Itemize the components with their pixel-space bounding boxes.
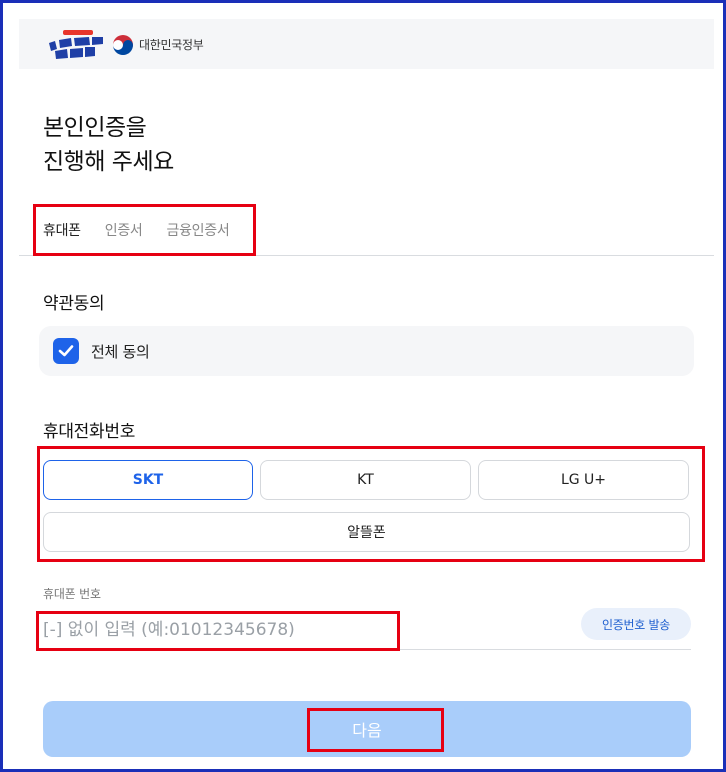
- carrier-skt-button[interactable]: SKT: [43, 460, 253, 500]
- phone-section-label: 휴대전화번호: [43, 422, 136, 442]
- campaign-logo: [49, 30, 103, 59]
- agree-all-checkbox[interactable]: [53, 338, 79, 364]
- page-title-line2: 진행해 주세요: [43, 149, 174, 175]
- app-frame: 대한민국정부 본인인증을 진행해 주세요 휴대폰 인증서 금융인증서 약관동의 …: [0, 0, 726, 772]
- phone-field-label: 휴대폰 번호: [43, 587, 101, 601]
- send-code-button[interactable]: 인증번호 발송: [581, 608, 691, 640]
- page-title: 본인인증을 진행해 주세요: [43, 111, 174, 179]
- terms-section-label: 약관동의: [43, 294, 105, 314]
- auth-method-tabs: 휴대폰 인증서 금융인증서: [31, 215, 241, 245]
- tab-phone[interactable]: 휴대폰: [31, 215, 93, 245]
- next-button[interactable]: 다음: [43, 701, 691, 757]
- header-bar: 대한민국정부: [19, 19, 714, 69]
- phone-input-underline: [43, 649, 691, 650]
- gov-name: 대한민국정부: [139, 38, 204, 52]
- tab-divider: [19, 255, 714, 256]
- agree-all-label: 전체 동의: [91, 343, 150, 361]
- page-title-line1: 본인인증을: [43, 115, 147, 141]
- tab-financial-certificate[interactable]: 금융인증서: [155, 215, 242, 245]
- phone-number-input[interactable]: [43, 613, 573, 647]
- carrier-mvno-button[interactable]: 알뜰폰: [43, 512, 690, 552]
- carrier-lgu-button[interactable]: LG U+: [478, 460, 689, 500]
- tab-certificate[interactable]: 인증서: [93, 215, 155, 245]
- carrier-kt-button[interactable]: KT: [260, 460, 471, 500]
- taegeuk-icon: [112, 34, 134, 56]
- check-icon: [58, 345, 74, 357]
- agree-all-row[interactable]: 전체 동의: [39, 326, 694, 376]
